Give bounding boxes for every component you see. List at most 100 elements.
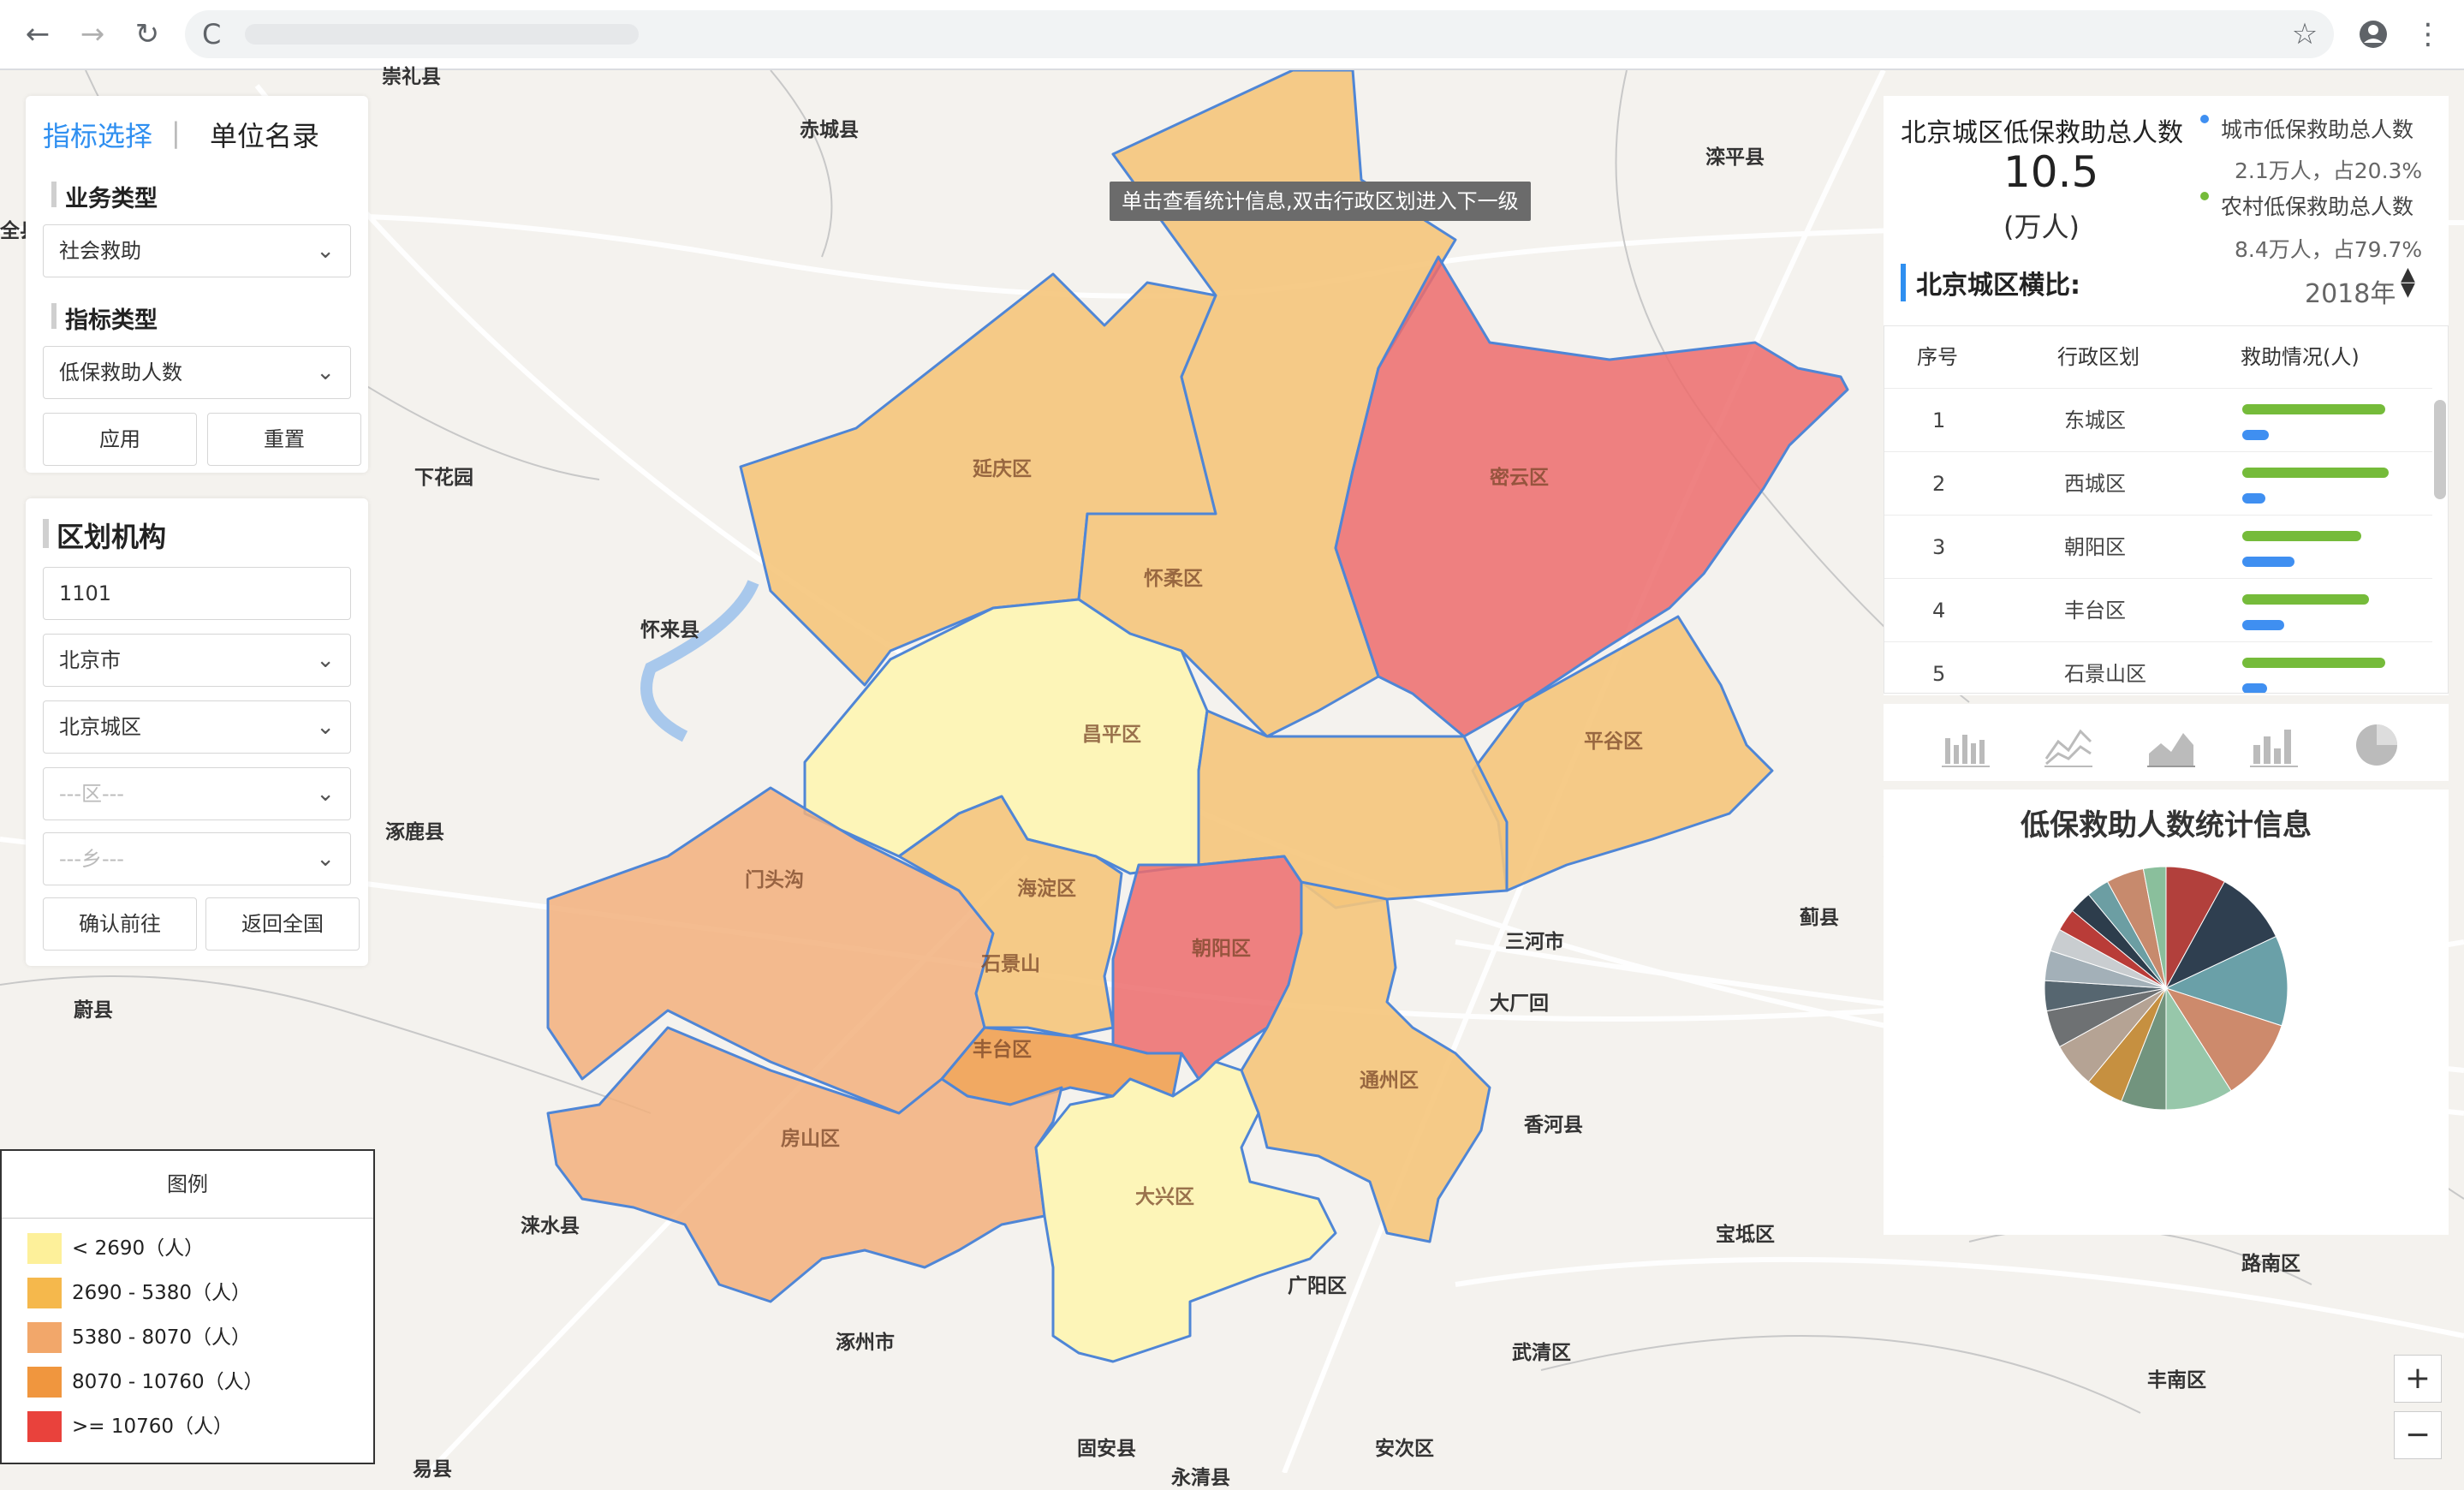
indicator-type-value: 低保救助人数 bbox=[59, 361, 182, 384]
district-placeholder: ---区--- bbox=[59, 782, 124, 806]
chevron-down-icon: ⌄ bbox=[316, 714, 335, 740]
legend-label: 5380 - 8070（人） bbox=[72, 1326, 251, 1349]
legend-label: 8070 - 10760（人） bbox=[72, 1371, 264, 1393]
place-label: 丰南区 bbox=[2147, 1368, 2206, 1392]
chart-type-switcher bbox=[1884, 704, 2449, 781]
rural-bar bbox=[2242, 531, 2361, 541]
back-icon[interactable]: ← bbox=[19, 15, 57, 53]
place-label: 怀来县 bbox=[640, 618, 699, 641]
table-scrollbar[interactable] bbox=[2434, 400, 2446, 499]
map-legend: 图例 < 2690（人） 2690 - 5380（人） 5380 - 8070（人）… bbox=[0, 1149, 375, 1464]
reset-button[interactable]: 重置 bbox=[207, 413, 361, 466]
row-index: 5 bbox=[1932, 662, 1946, 686]
district-label-chaoyang[interactable]: 朝阳区 bbox=[1192, 932, 1251, 961]
total-unit: (万人) bbox=[2003, 211, 2080, 243]
bar-chart-icon[interactable] bbox=[1940, 719, 1991, 771]
legend-swatch bbox=[27, 1278, 62, 1308]
legend-swatch bbox=[27, 1233, 62, 1264]
area-select[interactable]: 北京城区 ⌄ bbox=[43, 700, 351, 754]
reload-icon[interactable]: ↻ bbox=[128, 15, 166, 53]
township-select[interactable]: ---乡--- ⌄ bbox=[43, 832, 351, 885]
bookmark-star-icon[interactable]: ☆ bbox=[2286, 15, 2324, 53]
profile-icon[interactable] bbox=[2354, 15, 2392, 53]
url-redacted bbox=[245, 24, 639, 45]
row-index: 4 bbox=[1932, 599, 1946, 623]
return-national-button[interactable]: 返回全国 bbox=[205, 897, 360, 951]
chart-title: 低保救助人数统计信息 bbox=[2021, 808, 2312, 843]
urban-bar bbox=[2242, 493, 2265, 504]
address-bar[interactable]: C bbox=[185, 10, 2334, 58]
area-chart-icon[interactable] bbox=[2146, 719, 2197, 771]
table-row[interactable]: 4 丰台区 bbox=[1884, 578, 2432, 642]
apply-button[interactable]: 应用 bbox=[43, 413, 197, 466]
place-label: 广阳区 bbox=[1288, 1274, 1347, 1297]
place-label: 赤城县 bbox=[800, 118, 859, 141]
district-label-daxing[interactable]: 大兴区 bbox=[1135, 1180, 1194, 1209]
business-type-value: 社会救助 bbox=[59, 239, 141, 263]
region-code-input[interactable]: 1101 bbox=[43, 567, 351, 620]
table-row[interactable]: 1 东城区 bbox=[1884, 388, 2432, 452]
legend-swatch bbox=[27, 1322, 62, 1353]
district-label-changping[interactable]: 昌平区 bbox=[1082, 718, 1141, 747]
rural-bar bbox=[2242, 404, 2385, 414]
district-label-huairou[interactable]: 怀柔区 bbox=[1144, 562, 1203, 591]
row-region: 丰台区 bbox=[2064, 599, 2126, 623]
table-row[interactable]: 3 朝阳区 bbox=[1884, 515, 2432, 579]
place-label: 宝坻区 bbox=[1716, 1223, 1775, 1246]
summary-panel: 北京城区低保救助总人数 10.5 (万人) 城市低保救助总人数 2.1万人，占2… bbox=[1884, 96, 2449, 695]
district-label-mentougou[interactable]: 门头沟 bbox=[745, 863, 804, 892]
tab-indicator-select[interactable]: 指标选择 bbox=[43, 115, 152, 154]
menu-kebab-icon[interactable]: ⋮ bbox=[2409, 15, 2447, 53]
business-type-select[interactable]: 社会救助 ⌄ bbox=[43, 224, 351, 277]
city-value: 北京市 bbox=[59, 648, 121, 672]
map-tooltip: 单击查看统计信息,双击行政区划进入下一级 bbox=[1110, 182, 1531, 221]
urban-total-detail: 2.1万人，占20.3% bbox=[2235, 158, 2423, 183]
legend-label: 2690 - 5380（人） bbox=[72, 1282, 251, 1304]
confirm-go-button[interactable]: 确认前往 bbox=[43, 897, 197, 951]
district-label-yanqing[interactable]: 延庆区 bbox=[973, 452, 1032, 481]
rural-total-detail: 8.4万人，占79.7% bbox=[2235, 237, 2423, 262]
tab-unit-directory[interactable]: 单位名录 bbox=[210, 115, 319, 154]
zoom-in-button[interactable]: + bbox=[2394, 1355, 2442, 1403]
line-chart-icon[interactable] bbox=[2043, 719, 2094, 771]
table-row[interactable]: 2 西城区 bbox=[1884, 451, 2432, 516]
chevron-down-icon: ⌄ bbox=[316, 846, 335, 872]
district-label-fangshan[interactable]: 房山区 bbox=[781, 1122, 840, 1151]
total-title: 北京城区低保救助总人数 bbox=[1901, 118, 2183, 148]
city-select[interactable]: 北京市 ⌄ bbox=[43, 634, 351, 687]
pie-chart-icon[interactable] bbox=[2351, 719, 2402, 771]
district-label-pinggu[interactable]: 平谷区 bbox=[1584, 724, 1643, 754]
stacked-bar-chart-icon[interactable] bbox=[2248, 719, 2300, 771]
place-label: 大厂回 bbox=[1490, 992, 1549, 1015]
district-label-shijingshan[interactable]: 石景山 bbox=[981, 947, 1040, 976]
district-label-haidian[interactable]: 海淀区 bbox=[1017, 872, 1076, 901]
rural-dot-icon bbox=[2200, 192, 2209, 200]
district-label-fengtai[interactable]: 丰台区 bbox=[973, 1033, 1032, 1062]
district-label-tongzhou[interactable]: 通州区 bbox=[1360, 1064, 1419, 1093]
district-select[interactable]: ---区--- ⌄ bbox=[43, 767, 351, 820]
place-label: 路南区 bbox=[2241, 1252, 2300, 1275]
legend-swatch bbox=[27, 1411, 62, 1442]
district-label-miyun[interactable]: 密云区 bbox=[1490, 461, 1549, 490]
indicator-type-select[interactable]: 低保救助人数 ⌄ bbox=[43, 346, 351, 399]
row-region: 石景山区 bbox=[2064, 662, 2146, 686]
region-panel: 区划机构 1101 北京市 ⌄ 北京城区 ⌄ ---区--- ⌄ ---乡---… bbox=[26, 498, 368, 966]
col-header-index: 序号 bbox=[1917, 345, 1958, 369]
year-selector[interactable]: 2018年 bbox=[2305, 272, 2396, 310]
chevron-down-icon: ⌄ bbox=[316, 238, 335, 264]
rural-bar bbox=[2242, 658, 2385, 668]
township-placeholder: ---乡--- bbox=[59, 847, 124, 871]
comparison-title: 北京城区横比: bbox=[1901, 264, 2080, 301]
region-code-value: 1101 bbox=[59, 581, 112, 605]
chevron-down-icon: ⌄ bbox=[316, 647, 335, 673]
indicator-panel: 指标选择 | 单位名录 业务类型 社会救助 ⌄ 指标类型 低保救助人数 ⌄ 应用… bbox=[26, 96, 368, 473]
zoom-out-button[interactable]: − bbox=[2394, 1411, 2442, 1459]
row-region: 西城区 bbox=[2064, 472, 2126, 496]
place-label: 涿州市 bbox=[836, 1331, 895, 1354]
chevron-down-icon: ⌄ bbox=[316, 781, 335, 807]
table-row[interactable]: 5 石景山区 bbox=[1884, 641, 2432, 693]
sort-updown-icon[interactable]: ▲ ▼ bbox=[2401, 265, 2415, 300]
place-label: 蔚县 bbox=[74, 998, 113, 1022]
forward-icon[interactable]: → bbox=[74, 15, 111, 53]
pie-chart[interactable] bbox=[1884, 851, 2449, 1228]
